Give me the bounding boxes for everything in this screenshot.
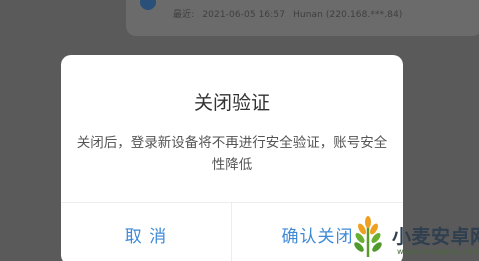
watermark: 小麦安卓网 www.xmsigma.com	[344, 213, 479, 261]
watermark-url: www.xmsigma.com	[397, 247, 479, 256]
watermark-text: 小麦安卓网	[392, 226, 479, 248]
last-login-prefix: 最近:	[173, 10, 195, 20]
dialog-message: 关闭后，登录新设备将不再进行安全验证，账号安全性降低	[76, 135, 388, 173]
page: 最近: 2021-06-05 16:57 Hunan (220.168.***.84…	[0, 0, 479, 261]
cancel-button[interactable]: 取 消	[61, 203, 231, 261]
wheat-logo-icon	[354, 216, 382, 258]
dialog-title: 关闭验证	[193, 92, 270, 114]
last-login-time: 2021-06-05 16:57	[202, 10, 286, 20]
last-login-info: 最近: 2021-06-05 16:57 Hunan (220.168.***.84…	[173, 7, 410, 20]
last-login-location: Hunan (220.168.***.84)	[293, 10, 403, 20]
